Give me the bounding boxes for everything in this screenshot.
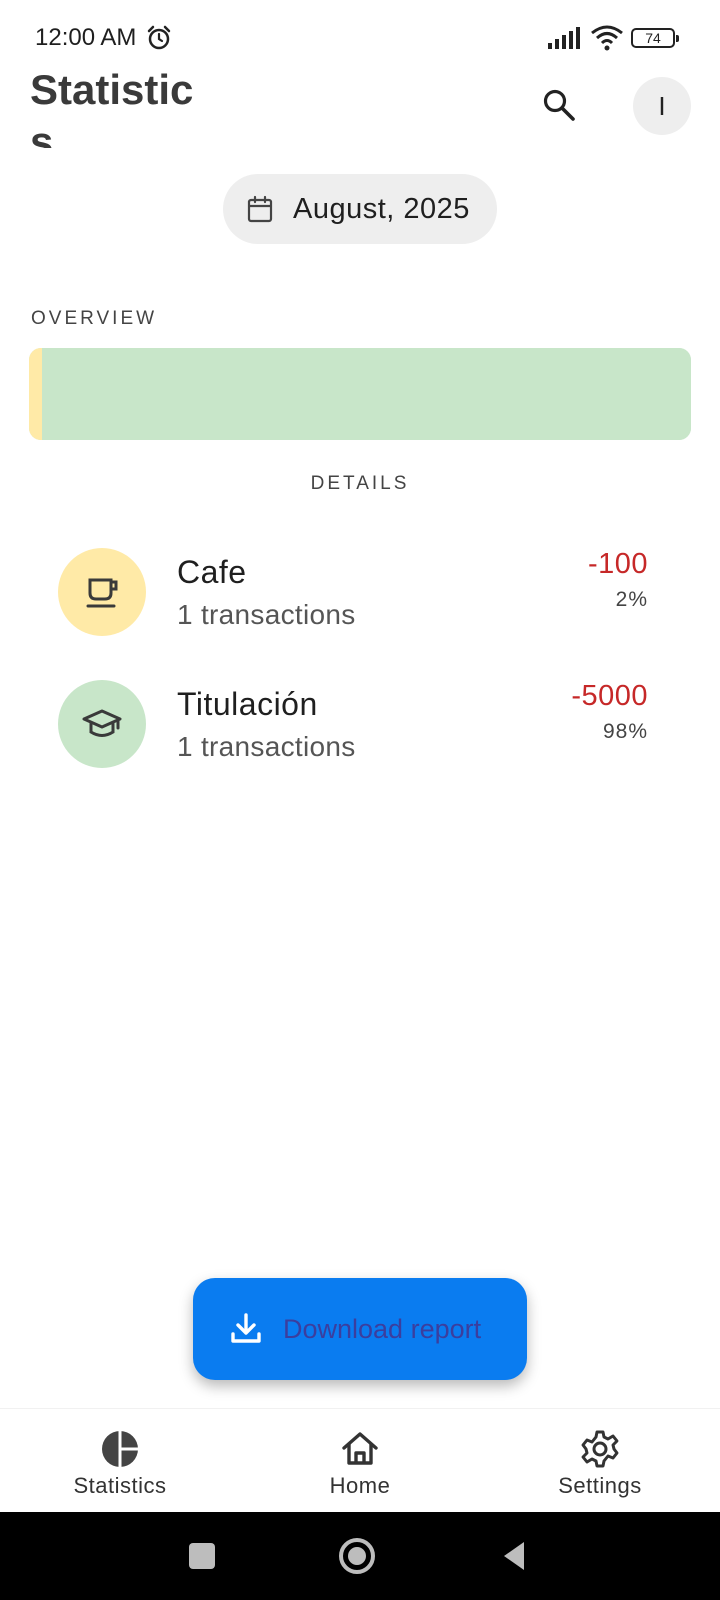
download-report-button[interactable]: Download report xyxy=(193,1278,527,1380)
category-percent: 98% xyxy=(602,720,648,743)
bottom-nav: Statistics Home Settings xyxy=(0,1408,720,1512)
nav-item-home[interactable]: Home xyxy=(240,1409,480,1513)
status-bar: 12:00 AM 74 xyxy=(0,0,720,70)
page-title-wrap: Statistics xyxy=(30,64,210,148)
overview-heading: OVERVIEW xyxy=(31,308,158,329)
status-time: 12:00 AM xyxy=(35,24,137,51)
nav-item-settings[interactable]: Settings xyxy=(480,1409,720,1513)
signal-icon xyxy=(548,27,580,49)
overview-bar xyxy=(29,348,691,440)
overview-segment-0 xyxy=(29,348,43,440)
home-icon xyxy=(342,1432,378,1465)
nav-label-statistics: Statistics xyxy=(73,1473,167,1498)
battery-icon: 74 xyxy=(631,28,679,48)
category-avatar-cafe xyxy=(58,548,146,636)
wifi-icon xyxy=(591,25,623,51)
download-report-label: Download report xyxy=(283,1313,482,1344)
pie-chart-icon xyxy=(102,1431,138,1467)
category-name: Titulación xyxy=(177,686,318,722)
nav-label-home: Home xyxy=(329,1473,391,1498)
category-amount: -100 xyxy=(587,548,648,580)
category-amount: -5000 xyxy=(571,680,648,712)
list-item[interactable]: Cafe 1 transactions -100 2% xyxy=(58,548,648,640)
overview-segment-1 xyxy=(42,348,691,440)
coffee-cup-icon xyxy=(86,578,118,608)
home-circle-icon[interactable] xyxy=(335,1534,379,1578)
category-transactions: 1 transactions xyxy=(177,731,356,762)
nav-item-statistics[interactable]: Statistics xyxy=(0,1409,240,1513)
list-item[interactable]: Titulación 1 transactions -5000 98% xyxy=(58,680,648,772)
category-name: Cafe xyxy=(177,554,247,590)
back-triangle-icon[interactable] xyxy=(492,1534,536,1578)
details-heading: DETAILS xyxy=(310,473,410,494)
alarm-icon xyxy=(147,25,171,50)
download-icon xyxy=(231,1313,261,1343)
calendar-icon xyxy=(247,195,273,223)
recents-square-icon[interactable] xyxy=(180,1534,224,1578)
search-button[interactable] xyxy=(538,84,580,126)
search-icon xyxy=(543,89,575,121)
month-selector-chip[interactable]: August, 2025 xyxy=(223,174,497,244)
nav-label-settings: Settings xyxy=(558,1473,642,1498)
system-nav-bar xyxy=(0,1512,720,1600)
page-title: Statistics xyxy=(30,66,194,148)
category-avatar-titulacion xyxy=(58,680,146,768)
gear-icon xyxy=(581,1430,619,1468)
category-percent: 2% xyxy=(615,588,648,611)
month-label: August, 2025 xyxy=(293,192,470,225)
avatar[interactable]: I xyxy=(633,77,691,135)
graduation-cap-icon xyxy=(82,709,122,737)
category-transactions: 1 transactions xyxy=(177,599,356,630)
